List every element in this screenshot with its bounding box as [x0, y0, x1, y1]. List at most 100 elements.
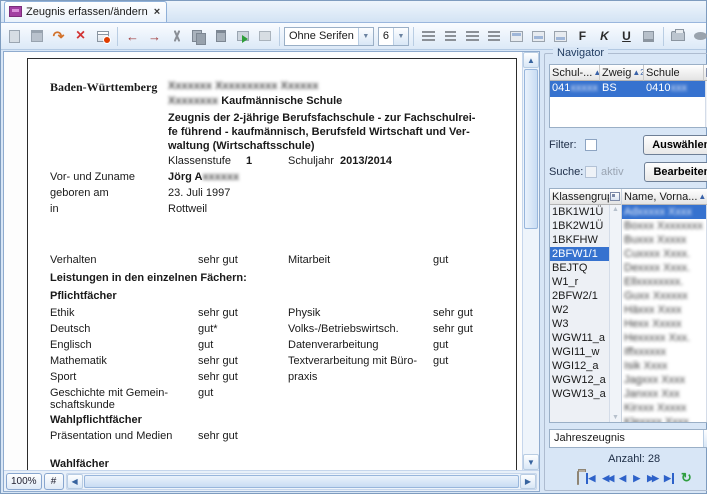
- suche-aktiv-checkbox[interactable]: [585, 166, 597, 178]
- bold-button[interactable]: F: [572, 26, 593, 47]
- klassengruppe-item[interactable]: W3: [550, 317, 609, 331]
- navigate-forward-button[interactable]: [144, 26, 165, 47]
- valign-middle-icon: [532, 31, 545, 42]
- klassengruppe-item[interactable]: W2: [550, 303, 609, 317]
- name-item[interactable]: Adxxxxx Xxxx: [622, 205, 706, 219]
- align-center-button[interactable]: [440, 26, 461, 47]
- new-document-button[interactable]: [4, 26, 25, 47]
- valign-top-button[interactable]: [506, 26, 527, 47]
- name-item[interactable]: Iffxxxxxx: [622, 345, 706, 359]
- valign-bottom-button[interactable]: [550, 26, 571, 47]
- fast-forward-button[interactable]: [647, 473, 657, 484]
- klassengruppe-item[interactable]: WGI12_a: [550, 359, 609, 373]
- image-button[interactable]: [254, 26, 275, 47]
- tab-close-icon[interactable]: [154, 6, 160, 18]
- cut-button[interactable]: [166, 26, 187, 47]
- align-left-button[interactable]: [418, 26, 439, 47]
- document-vertical-scrollbar[interactable]: ▲ ▼: [522, 52, 539, 470]
- klassengruppe-item[interactable]: 1BK1W1Ü: [550, 205, 609, 219]
- name-item[interactable]: Cuxxxx Xxxx.: [622, 247, 706, 261]
- preview-button[interactable]: [690, 26, 707, 47]
- delete-button[interactable]: [70, 26, 91, 47]
- zeugnis-typ-select[interactable]: Jahreszeugnis: [549, 429, 707, 448]
- klassengruppe-item[interactable]: WGW13_a: [550, 387, 609, 401]
- name-item[interactable]: Ellxxxxxxxx.: [622, 275, 706, 289]
- name-item[interactable]: Dexxxx Xxxx.: [622, 261, 706, 275]
- bearbeiten-button[interactable]: Bearbeiten: [644, 162, 707, 182]
- klassengruppe-item[interactable]: WGI11_w: [550, 345, 609, 359]
- name-item[interactable]: Häxxx Xxxx: [622, 303, 706, 317]
- tab-zeugnis-erfassen[interactable]: Zeugnis erfassen/ändern: [4, 1, 167, 22]
- filter-checkbox[interactable]: [585, 139, 597, 151]
- scroll-up-icon[interactable]: ▲: [523, 52, 539, 68]
- klassengruppe-item[interactable]: 2BFW1/1: [550, 247, 609, 261]
- document-canvas[interactable]: Baden-Württemberg Xxxxxxx Xxxxxxxxxx Xxx…: [4, 52, 522, 470]
- save-button[interactable]: [26, 26, 47, 47]
- name-item[interactable]: Boxxx Xxxxxxxx: [622, 219, 706, 233]
- undo-button[interactable]: [48, 26, 69, 47]
- first-record-button[interactable]: [586, 473, 596, 484]
- namen-header[interactable]: Name, Vorna... ▲: [622, 189, 707, 205]
- klassengruppe-item[interactable]: 2BFW2/1: [550, 289, 609, 303]
- datasheet-button[interactable]: [92, 26, 113, 47]
- folder-button[interactable]: [577, 472, 579, 484]
- klassengruppe-scrollbar[interactable]: ▲▼: [609, 205, 621, 422]
- redacted-name: Boxxx Xxxxxxxx: [624, 220, 703, 232]
- name-item[interactable]: Guxx Xxxxxx: [622, 289, 706, 303]
- navigate-back-button[interactable]: [122, 26, 143, 47]
- scroll-left-icon[interactable]: ◀: [67, 474, 83, 489]
- name-item[interactable]: Janxxx Xxx: [622, 387, 706, 401]
- klassengruppe-item[interactable]: WGW12_a: [550, 373, 609, 387]
- folder-icon: [577, 471, 579, 485]
- zoom-level-button[interactable]: 100%: [6, 473, 42, 490]
- align-justify-button[interactable]: [484, 26, 505, 47]
- vertical-scroll-thumb[interactable]: [524, 69, 538, 229]
- previous-record-button[interactable]: [619, 473, 626, 484]
- align-right-button[interactable]: [462, 26, 483, 47]
- name-item[interactable]: Jagxxx Xxxx: [622, 373, 706, 387]
- school-line2: Xxxxxxxx Kaufmännische Schule: [168, 95, 342, 107]
- name-item[interactable]: Hexxxxx Xxx.: [622, 331, 706, 345]
- valign-middle-button[interactable]: [528, 26, 549, 47]
- column-header-schul[interactable]: Schul-...▲1: [550, 65, 600, 81]
- auswaehlen-button[interactable]: Auswählen: [643, 135, 707, 155]
- klassengruppe-item[interactable]: W1_r: [550, 275, 609, 289]
- klassengruppe-item[interactable]: WGW11_a: [550, 331, 609, 345]
- chevron-down-icon[interactable]: [703, 430, 707, 447]
- name-item[interactable]: Klexxxx Xxxx: [622, 415, 706, 422]
- next-record-button[interactable]: [633, 473, 640, 484]
- klassengruppe-item[interactable]: 1BKFHW: [550, 233, 609, 247]
- name-item[interactable]: Kirxxx Xxxxx: [622, 401, 706, 415]
- scroll-down-icon[interactable]: ▼: [523, 454, 539, 470]
- name-item[interactable]: Isik Xxxx: [622, 359, 706, 373]
- school-row[interactable]: 041xxxxx BS 0410xxx: [550, 81, 705, 97]
- document-horizontal-scrollbar[interactable]: ◀ ▶: [66, 473, 537, 490]
- klassengruppe-header[interactable]: Klassengruppe: [550, 189, 621, 205]
- font-family-select[interactable]: Ohne Serifen: [284, 27, 374, 46]
- last-record-button[interactable]: [664, 473, 674, 484]
- chevron-down-icon[interactable]: [393, 28, 408, 45]
- stamp-button[interactable]: [638, 26, 659, 47]
- italic-button[interactable]: K: [594, 26, 615, 47]
- insert-image-button[interactable]: [232, 26, 253, 47]
- chevron-down-icon[interactable]: [358, 28, 373, 45]
- grid-toggle-button[interactable]: #: [44, 473, 64, 490]
- copy-button[interactable]: [188, 26, 209, 47]
- scroll-right-icon[interactable]: ▶: [520, 474, 536, 489]
- font-size-select[interactable]: 6: [378, 27, 409, 46]
- print-button[interactable]: [668, 26, 689, 47]
- suche-row: Suche: aktiv Bearbeiten: [549, 162, 707, 182]
- redacted-text: xxxxx: [570, 82, 598, 94]
- horizontal-scroll-thumb[interactable]: [84, 475, 519, 488]
- refresh-button[interactable]: [681, 470, 692, 486]
- name-item[interactable]: Hexx Xxxxx: [622, 317, 706, 331]
- column-header-schule[interactable]: Schule: [644, 65, 704, 81]
- name-item[interactable]: Buxxx Xxxxx: [622, 233, 706, 247]
- redacted-name: Jagxxx Xxxx: [624, 374, 685, 386]
- klassengruppe-item[interactable]: BEJTQ: [550, 261, 609, 275]
- paste-button[interactable]: [210, 26, 231, 47]
- column-header-zweig[interactable]: Zweig▲2: [600, 65, 644, 81]
- underline-button[interactable]: U: [616, 26, 637, 47]
- fast-back-button[interactable]: [602, 473, 612, 484]
- klassengruppe-item[interactable]: 1BK2W1Ü: [550, 219, 609, 233]
